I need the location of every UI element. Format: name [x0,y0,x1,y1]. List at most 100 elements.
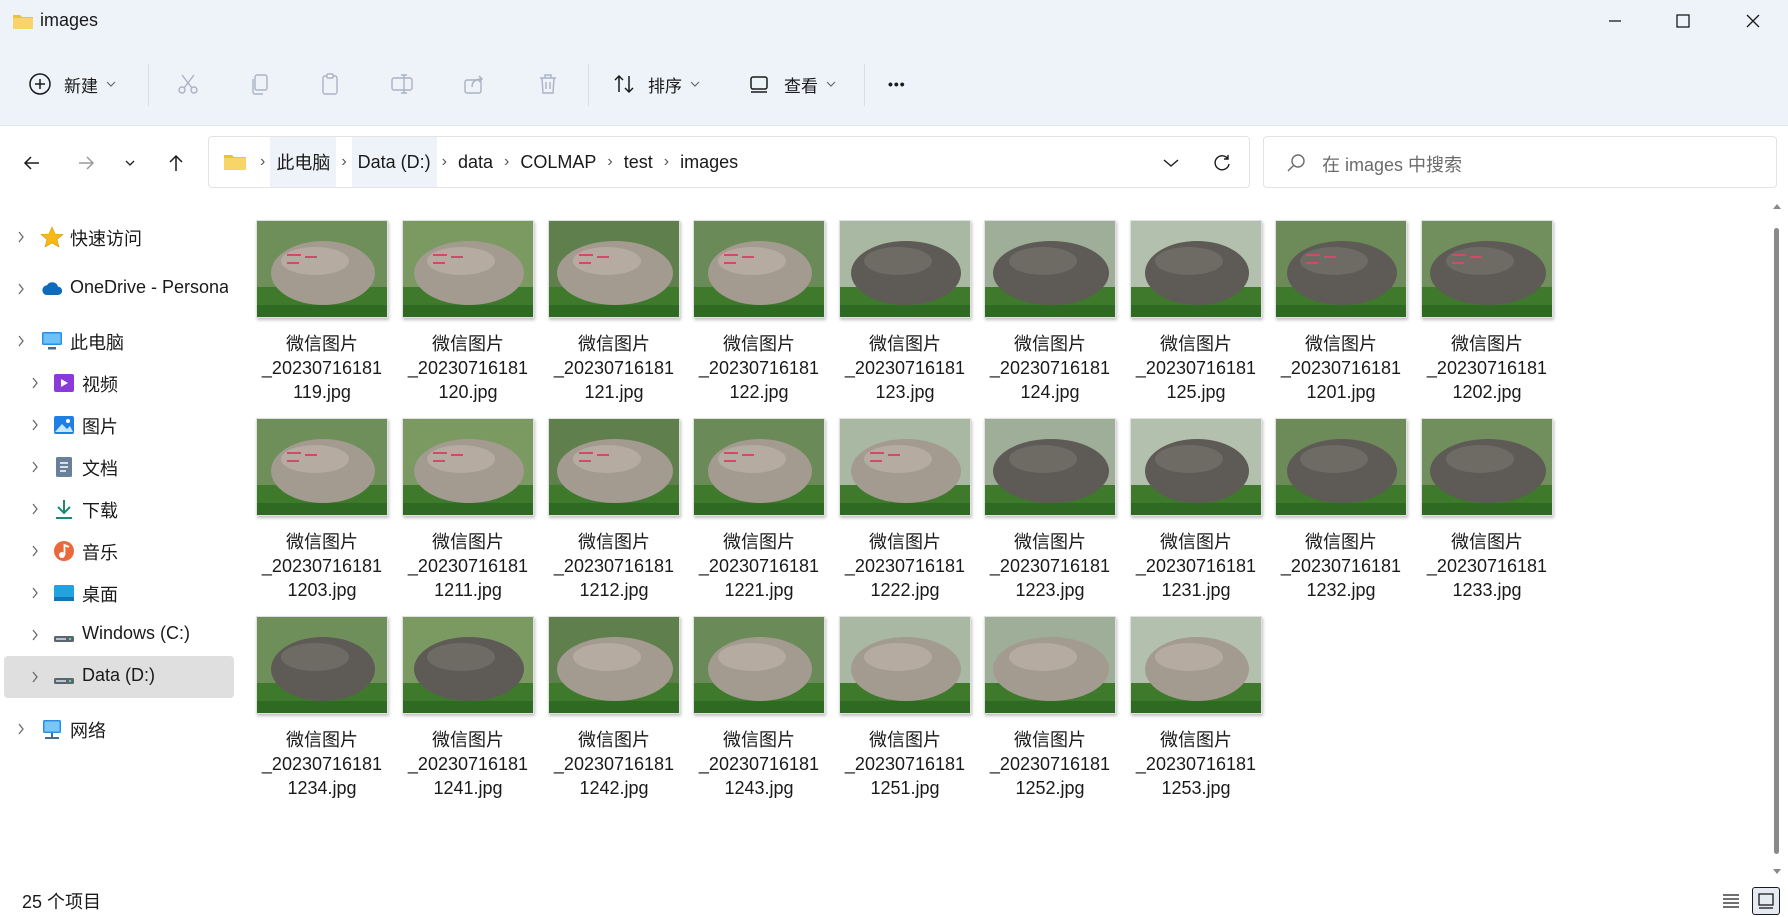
vertical-scrollbar[interactable] [1764,196,1788,884]
file-item[interactable]: 微信图片 _20230716181 1223.jpg [966,418,1116,618]
forward-button[interactable] [68,145,104,181]
sidebar-item[interactable]: 图片 [4,404,234,446]
chevron-right-icon[interactable] [14,334,28,348]
copy-button[interactable] [248,64,272,104]
sidebar-item[interactable]: 快速访问 [4,216,234,258]
close-button[interactable] [1718,0,1788,42]
sidebar-item[interactable]: 下载 [4,488,234,530]
chevron-right-icon[interactable]: › [659,153,674,171]
file-item[interactable]: 微信图片 _20230716181 1222.jpg [821,418,971,618]
image-thumbnail [1130,616,1262,714]
chevron-right-icon[interactable] [28,670,42,684]
file-item[interactable]: 微信图片 _20230716181 1242.jpg [530,616,680,816]
file-name: 微信图片 _20230716181 1251.jpg [844,730,966,798]
back-button[interactable] [14,145,50,181]
more-options-button[interactable]: ••• [888,64,906,104]
chevron-right-icon[interactable] [14,722,28,736]
thumbnail-view-button[interactable] [1752,887,1780,915]
file-item[interactable]: 微信图片 _20230716181 1232.jpg [1257,418,1407,618]
share-icon [464,75,483,94]
sidebar-item[interactable]: 视频 [4,362,234,404]
chevron-right-icon[interactable] [28,418,42,432]
image-thumbnail [1130,220,1262,318]
sidebar-item[interactable]: Data (D:) [4,656,234,698]
file-item[interactable]: 微信图片 _20230716181 1253.jpg [1112,616,1262,816]
recent-locations-button[interactable] [112,145,148,181]
file-item[interactable]: 微信图片 _20230716181 1212.jpg [530,418,680,618]
sidebar-item[interactable]: 文档 [4,446,234,488]
chevron-right-icon[interactable] [28,544,42,558]
file-item[interactable]: 微信图片 _20230716181 125.jpg [1112,220,1262,420]
file-item[interactable]: 微信图片 _20230716181 1252.jpg [966,616,1116,816]
file-item[interactable]: 微信图片 _20230716181 119.jpg [238,220,388,420]
cut-button[interactable] [176,64,200,104]
chevron-right-icon[interactable]: › [602,153,617,171]
file-item[interactable]: 微信图片 _20230716181 122.jpg [675,220,825,420]
new-button[interactable]: 新建 [28,64,116,104]
image-thumbnail [402,616,534,714]
chevron-right-icon[interactable]: › [336,153,351,171]
scrollbar-thumb[interactable] [1774,228,1779,854]
sidebar-item[interactable]: Windows (C:) [4,614,234,656]
chevron-right-icon[interactable] [14,282,28,296]
sidebar-item[interactable]: 此电脑 [4,320,234,362]
image-thumbnail [984,220,1116,318]
scroll-up-icon[interactable] [1772,202,1782,210]
file-item[interactable]: 微信图片 _20230716181 1233.jpg [1403,418,1553,618]
up-button[interactable] [158,145,194,181]
search-input[interactable]: 在 images 中搜索 [1322,151,1462,177]
crumb-colmap[interactable]: COLMAP [514,137,602,187]
delete-button[interactable] [536,64,560,104]
address-history-button[interactable] [1159,151,1183,175]
search-box[interactable]: 在 images 中搜索 [1263,136,1777,188]
file-item[interactable]: 微信图片 _20230716181 1221.jpg [675,418,825,618]
title-bar: images [0,0,1788,42]
chevron-right-icon[interactable] [28,460,42,474]
file-item[interactable]: 微信图片 _20230716181 1202.jpg [1403,220,1553,420]
maximize-button[interactable] [1648,0,1718,42]
crumb-data-d[interactable]: Data (D:) [351,137,437,187]
sidebar-item[interactable]: 桌面 [4,572,234,614]
file-item[interactable]: 微信图片 _20230716181 1231.jpg [1112,418,1262,618]
chevron-right-icon[interactable] [28,628,42,642]
sidebar-item[interactable]: OneDrive - Personal [4,268,234,310]
chevron-right-icon[interactable] [28,376,42,390]
file-item[interactable]: 微信图片 _20230716181 121.jpg [530,220,680,420]
file-item[interactable]: 微信图片 _20230716181 1234.jpg [238,616,388,816]
file-item[interactable]: 微信图片 _20230716181 1251.jpg [821,616,971,816]
file-item[interactable]: 微信图片 _20230716181 1201.jpg [1257,220,1407,420]
chevron-right-icon[interactable] [14,230,28,244]
file-item[interactable]: 微信图片 _20230716181 1241.jpg [384,616,534,816]
file-item[interactable]: 微信图片 _20230716181 1203.jpg [238,418,388,618]
monitor-icon [40,330,64,352]
refresh-icon [1214,155,1230,171]
cloud-icon [40,278,64,300]
file-item[interactable]: 微信图片 _20230716181 1243.jpg [675,616,825,816]
crumb-data[interactable]: data [452,137,499,187]
rename-button[interactable] [390,64,414,104]
copy-icon [252,74,268,95]
crumb-images[interactable]: images [674,137,744,187]
scroll-down-icon[interactable] [1772,868,1782,876]
share-button[interactable] [462,64,486,104]
sidebar-item[interactable]: 网络 [4,708,234,750]
view-button[interactable]: 查看 [748,64,836,104]
sort-button[interactable]: 排序 [612,64,700,104]
address-bar[interactable]: › 此电脑 › Data (D:) › data › COLMAP › test… [208,136,1250,188]
crumb-test[interactable]: test [618,137,659,187]
file-item[interactable]: 微信图片 _20230716181 123.jpg [821,220,971,420]
file-name: 微信图片 _20230716181 1231.jpg [1135,532,1257,600]
file-item[interactable]: 微信图片 _20230716181 124.jpg [966,220,1116,420]
file-item[interactable]: 微信图片 _20230716181 1211.jpg [384,418,534,618]
chevron-right-icon[interactable] [28,502,42,516]
chevron-right-icon[interactable] [28,586,42,600]
refresh-button[interactable] [1209,150,1235,176]
paste-button[interactable] [318,64,342,104]
chevron-right-icon[interactable]: › [437,153,452,171]
crumb-this-pc[interactable]: 此电脑 [270,137,337,187]
details-view-button[interactable] [1718,888,1744,914]
chevron-right-icon[interactable]: › [499,153,514,171]
sidebar-item[interactable]: 音乐 [4,530,234,572]
minimize-button[interactable] [1580,0,1650,42]
file-item[interactable]: 微信图片 _20230716181 120.jpg [384,220,534,420]
